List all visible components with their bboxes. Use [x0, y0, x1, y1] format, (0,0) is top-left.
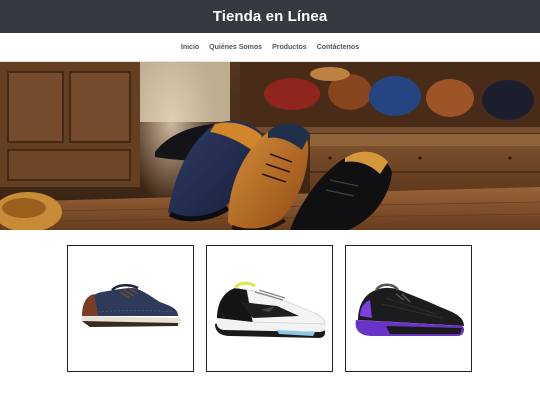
- nav-link-inicio[interactable]: Inicio: [181, 44, 199, 51]
- main-nav: Inicio Quiénes Somos Productos Contácten…: [0, 33, 540, 62]
- product-grid: [0, 245, 540, 375]
- running-shoe-purple-icon: [355, 283, 465, 336]
- nav-link-productos[interactable]: Productos: [272, 44, 307, 51]
- site-header: Tienda en Línea: [0, 0, 540, 33]
- nav-link-contactenos[interactable]: Contáctenos: [317, 44, 359, 51]
- site-title: Tienda en Línea: [212, 8, 328, 25]
- nav-link-quienes-somos[interactable]: Quiénes Somos: [209, 44, 262, 51]
- running-shoe-white-icon: [215, 281, 326, 338]
- hero-banner: [0, 62, 540, 230]
- casual-shoe-navy-icon: [81, 284, 181, 327]
- product-card-3[interactable]: [345, 245, 472, 372]
- product-card-1[interactable]: [67, 245, 194, 372]
- product-card-2[interactable]: [206, 245, 333, 372]
- shoe-shop-photo-icon: [0, 62, 540, 230]
